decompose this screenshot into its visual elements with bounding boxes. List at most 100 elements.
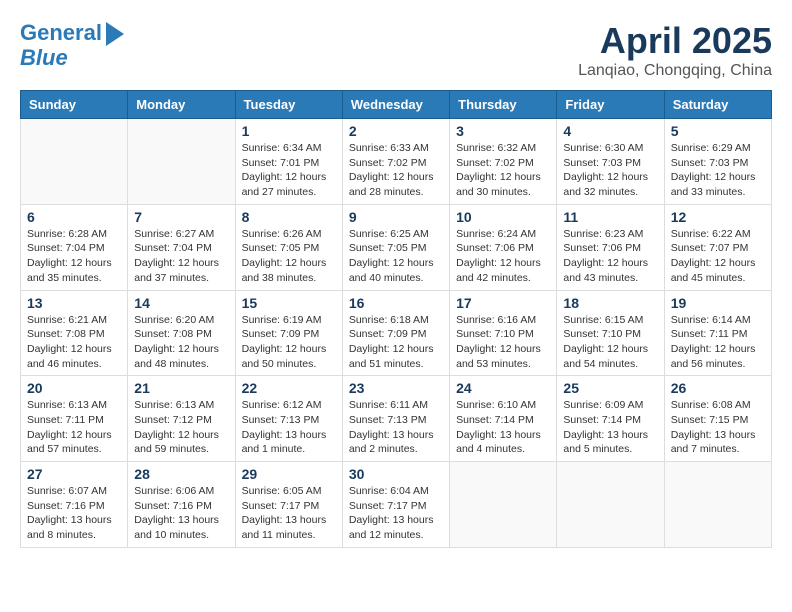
calendar-cell: 30Sunrise: 6:04 AM Sunset: 7:17 PM Dayli…: [342, 462, 449, 548]
day-number: 30: [349, 466, 443, 482]
calendar-cell: [664, 462, 771, 548]
day-number: 3: [456, 123, 550, 139]
day-number: 17: [456, 295, 550, 311]
calendar-cell: 12 Sunrise: 6:22 AM Sunset: 7:07 PM Dayli…: [664, 204, 771, 290]
day-info: Sunrise: 6:20 AM Sunset: 7:08 PM Dayligh…: [134, 313, 228, 372]
day-info: Sunrise: 6:16 AM Sunset: 7:10 PM Dayligh…: [456, 313, 550, 372]
day-number: 8: [242, 209, 336, 225]
day-number: 23: [349, 380, 443, 396]
day-number: 11: [563, 209, 657, 225]
week-row-3: 13 Sunrise: 6:21 AM Sunset: 7:08 PM Dayli…: [21, 290, 772, 376]
calendar-cell: 16 Sunrise: 6:18 AM Sunset: 7:09 PM Dayli…: [342, 290, 449, 376]
calendar-subtitle: Lanqiao, Chongqing, China: [578, 62, 772, 80]
day-number: 14: [134, 295, 228, 311]
calendar-cell: 29Sunrise: 6:05 AM Sunset: 7:17 PM Dayli…: [235, 462, 342, 548]
calendar-cell: 7 Sunrise: 6:27 AM Sunset: 7:04 PM Daylig…: [128, 204, 235, 290]
calendar-cell: 11Sunrise: 6:23 AM Sunset: 7:06 PM Dayli…: [557, 204, 664, 290]
day-info: Sunrise: 6:13 AM Sunset: 7:11 PM Dayligh…: [27, 398, 121, 457]
calendar-cell: 18 Sunrise: 6:15 AM Sunset: 7:10 PM Dayli…: [557, 290, 664, 376]
weekday-header-saturday: Saturday: [664, 91, 771, 119]
day-info: Sunrise: 6:25 AM Sunset: 7:05 PM Dayligh…: [349, 227, 443, 286]
day-number: 19: [671, 295, 765, 311]
week-row-5: 27Sunrise: 6:07 AM Sunset: 7:16 PM Dayli…: [21, 462, 772, 548]
weekday-header-thursday: Thursday: [450, 91, 557, 119]
day-number: 26: [671, 380, 765, 396]
day-number: 27: [27, 466, 121, 482]
calendar-cell: 17 Sunrise: 6:16 AM Sunset: 7:10 PM Dayli…: [450, 290, 557, 376]
calendar-cell: 3 Sunrise: 6:32 AM Sunset: 7:02 PM Daylig…: [450, 119, 557, 205]
day-info: Sunrise: 6:09 AM Sunset: 7:14 PM Dayligh…: [563, 398, 657, 457]
weekday-header-sunday: Sunday: [21, 91, 128, 119]
day-info: Sunrise: 6:13 AM Sunset: 7:12 PM Dayligh…: [134, 398, 228, 457]
calendar-cell: 8 Sunrise: 6:26 AM Sunset: 7:05 PM Daylig…: [235, 204, 342, 290]
day-info: Sunrise: 6:32 AM Sunset: 7:02 PM Dayligh…: [456, 141, 550, 200]
day-info: Sunrise: 6:29 AM Sunset: 7:03 PM Dayligh…: [671, 141, 765, 200]
day-info: Sunrise: 6:22 AM Sunset: 7:07 PM Dayligh…: [671, 227, 765, 286]
day-number: 6: [27, 209, 121, 225]
calendar-title: April 2025: [578, 20, 772, 62]
day-number: 5: [671, 123, 765, 139]
calendar-cell: 25 Sunrise: 6:09 AM Sunset: 7:14 PM Dayli…: [557, 376, 664, 462]
day-number: 7: [134, 209, 228, 225]
day-info: Sunrise: 6:21 AM Sunset: 7:08 PM Dayligh…: [27, 313, 121, 372]
logo-text: General: [20, 21, 102, 45]
calendar-cell: 4Sunrise: 6:30 AM Sunset: 7:03 PM Daylig…: [557, 119, 664, 205]
calendar-cell: 13 Sunrise: 6:21 AM Sunset: 7:08 PM Dayli…: [21, 290, 128, 376]
weekday-header-friday: Friday: [557, 91, 664, 119]
day-number: 22: [242, 380, 336, 396]
calendar-cell: [21, 119, 128, 205]
calendar-cell: 2Sunrise: 6:33 AM Sunset: 7:02 PM Daylig…: [342, 119, 449, 205]
page-header: General Blue April 2025 Lanqiao, Chongqi…: [20, 20, 772, 80]
day-info: Sunrise: 6:26 AM Sunset: 7:05 PM Dayligh…: [242, 227, 336, 286]
calendar-cell: 26 Sunrise: 6:08 AM Sunset: 7:15 PM Dayli…: [664, 376, 771, 462]
calendar-cell: 23 Sunrise: 6:11 AM Sunset: 7:13 PM Dayli…: [342, 376, 449, 462]
day-number: 24: [456, 380, 550, 396]
week-row-2: 6Sunrise: 6:28 AM Sunset: 7:04 PM Daylig…: [21, 204, 772, 290]
calendar-cell: 10 Sunrise: 6:24 AM Sunset: 7:06 PM Dayli…: [450, 204, 557, 290]
calendar-cell: 24 Sunrise: 6:10 AM Sunset: 7:14 PM Dayli…: [450, 376, 557, 462]
day-info: Sunrise: 6:24 AM Sunset: 7:06 PM Dayligh…: [456, 227, 550, 286]
day-info: Sunrise: 6:11 AM Sunset: 7:13 PM Dayligh…: [349, 398, 443, 457]
day-number: 16: [349, 295, 443, 311]
weekday-header-row: SundayMondayTuesdayWednesdayThursdayFrid…: [21, 91, 772, 119]
calendar-cell: 28Sunrise: 6:06 AM Sunset: 7:16 PM Dayli…: [128, 462, 235, 548]
calendar-cell: 19Sunrise: 6:14 AM Sunset: 7:11 PM Dayli…: [664, 290, 771, 376]
day-number: 12: [671, 209, 765, 225]
day-number: 15: [242, 295, 336, 311]
day-info: Sunrise: 6:12 AM Sunset: 7:13 PM Dayligh…: [242, 398, 336, 457]
day-info: Sunrise: 6:33 AM Sunset: 7:02 PM Dayligh…: [349, 141, 443, 200]
day-info: Sunrise: 6:05 AM Sunset: 7:17 PM Dayligh…: [242, 484, 336, 543]
calendar-table: SundayMondayTuesdayWednesdayThursdayFrid…: [20, 90, 772, 548]
logo-arrow-icon: [106, 22, 124, 46]
day-info: Sunrise: 6:34 AM Sunset: 7:01 PM Dayligh…: [242, 141, 336, 200]
logo: General Blue: [20, 20, 124, 70]
calendar-cell: 21Sunrise: 6:13 AM Sunset: 7:12 PM Dayli…: [128, 376, 235, 462]
title-section: April 2025 Lanqiao, Chongqing, China: [578, 20, 772, 80]
weekday-header-wednesday: Wednesday: [342, 91, 449, 119]
day-number: 1: [242, 123, 336, 139]
calendar-cell: [450, 462, 557, 548]
day-info: Sunrise: 6:15 AM Sunset: 7:10 PM Dayligh…: [563, 313, 657, 372]
day-number: 20: [27, 380, 121, 396]
day-info: Sunrise: 6:08 AM Sunset: 7:15 PM Dayligh…: [671, 398, 765, 457]
logo-line2: Blue: [20, 46, 68, 70]
day-number: 25: [563, 380, 657, 396]
day-info: Sunrise: 6:18 AM Sunset: 7:09 PM Dayligh…: [349, 313, 443, 372]
calendar-cell: 1 Sunrise: 6:34 AM Sunset: 7:01 PM Daylig…: [235, 119, 342, 205]
day-number: 13: [27, 295, 121, 311]
calendar-cell: 6Sunrise: 6:28 AM Sunset: 7:04 PM Daylig…: [21, 204, 128, 290]
week-row-4: 20 Sunrise: 6:13 AM Sunset: 7:11 PM Dayli…: [21, 376, 772, 462]
calendar-cell: 20 Sunrise: 6:13 AM Sunset: 7:11 PM Dayli…: [21, 376, 128, 462]
calendar-cell: 15Sunrise: 6:19 AM Sunset: 7:09 PM Dayli…: [235, 290, 342, 376]
calendar-cell: [557, 462, 664, 548]
calendar-cell: [128, 119, 235, 205]
day-info: Sunrise: 6:27 AM Sunset: 7:04 PM Dayligh…: [134, 227, 228, 286]
weekday-header-tuesday: Tuesday: [235, 91, 342, 119]
calendar-cell: 5 Sunrise: 6:29 AM Sunset: 7:03 PM Daylig…: [664, 119, 771, 205]
day-number: 10: [456, 209, 550, 225]
day-info: Sunrise: 6:10 AM Sunset: 7:14 PM Dayligh…: [456, 398, 550, 457]
calendar-cell: 27Sunrise: 6:07 AM Sunset: 7:16 PM Dayli…: [21, 462, 128, 548]
day-number: 18: [563, 295, 657, 311]
weekday-header-monday: Monday: [128, 91, 235, 119]
day-number: 4: [563, 123, 657, 139]
